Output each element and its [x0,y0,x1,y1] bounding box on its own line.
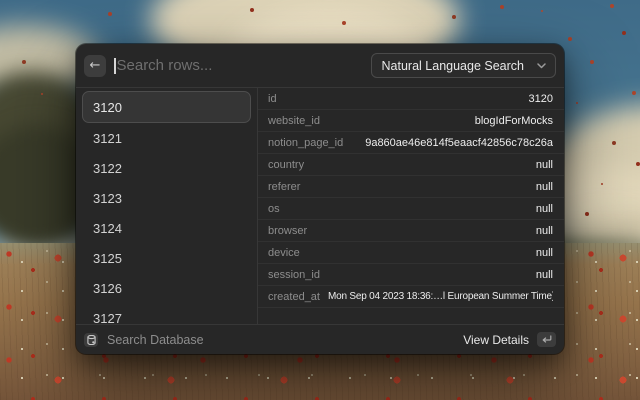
field-value: null [536,203,553,215]
row-list-item[interactable]: 3120 [82,91,251,123]
view-details-label: View Details [463,333,529,347]
back-button[interactable]: ← [84,55,106,77]
field-value: null [536,225,553,237]
field-value: Mon Sep 04 2023 18:36:…l European Summer… [328,291,553,302]
field-value: null [536,269,553,281]
field-key: created_at [268,291,320,303]
field-value: null [536,159,553,171]
field-key: website_id [268,115,320,127]
field-key: country [268,159,304,171]
row-list[interactable]: 3120 3121 3122 3123 3124 3125 3126 3127 [76,88,258,324]
text-cursor [114,58,116,74]
search-input[interactable]: Search rows... [114,57,363,74]
enter-key-icon [537,332,556,347]
detail-row: id 3120 [258,88,564,110]
field-key: session_id [268,269,320,281]
chevron-down-icon [537,63,546,69]
detail-row: browser null [258,220,564,242]
view-details-button[interactable]: View Details [463,332,556,347]
footer-app: Search Database [84,333,204,347]
footer-app-label: Search Database [107,333,204,347]
modal-body: 3120 3121 3122 3123 3124 3125 3126 3127 … [76,88,564,324]
detail-row: device null [258,242,564,264]
field-value: 9a860ae46e814f5eaacf42856c78c26a [365,137,553,149]
row-list-item[interactable]: 3121 [82,123,251,153]
field-key: id [268,93,277,105]
row-list-item[interactable]: 3122 [82,153,251,183]
background-painting: ← Search rows... Natural Language Search… [0,0,640,400]
search-placeholder: Search rows... [117,57,213,74]
row-list-item[interactable]: 3127 [82,303,251,324]
detail-row: referer null [258,176,564,198]
field-value: 3120 [529,93,553,105]
field-value: null [536,247,553,259]
field-key: referer [268,181,300,193]
detail-row: notion_page_id 9a860ae46e814f5eaacf42856… [258,132,564,154]
modal-header: ← Search rows... Natural Language Search [76,44,564,88]
dropdown-value: Natural Language Search [382,59,524,73]
row-list-item[interactable]: 3124 [82,213,251,243]
field-key: device [268,247,300,259]
database-icon [84,333,98,347]
modal-footer: Search Database View Details [76,324,564,354]
field-key: os [268,203,280,215]
row-list-item[interactable]: 3123 [82,183,251,213]
field-value: null [536,181,553,193]
detail-row: country null [258,154,564,176]
field-value: blogIdForMocks [475,115,553,127]
search-mode-dropdown[interactable]: Natural Language Search [371,53,556,78]
field-key: browser [268,225,307,237]
row-list-item[interactable]: 3125 [82,243,251,273]
detail-row: created_at Mon Sep 04 2023 18:36:…l Euro… [258,286,564,308]
detail-row: website_id blogIdForMocks [258,110,564,132]
back-arrow-icon: ← [90,59,101,72]
field-key: notion_page_id [268,137,343,149]
detail-row: session_id null [258,264,564,286]
detail-row: os null [258,198,564,220]
search-modal: ← Search rows... Natural Language Search… [76,44,564,354]
row-details: id 3120 website_id blogIdForMocks notion… [258,88,564,324]
row-list-item[interactable]: 3126 [82,273,251,303]
